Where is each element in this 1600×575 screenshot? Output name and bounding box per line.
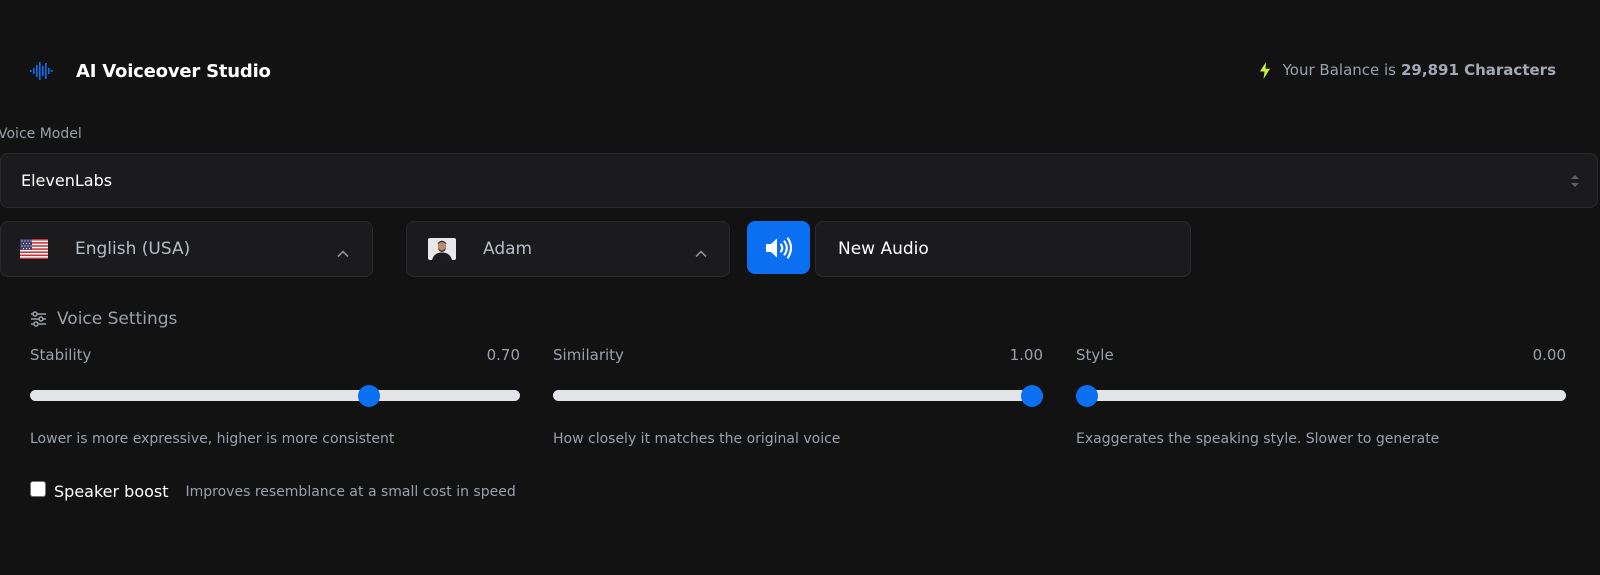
voice-settings-header: Voice Settings xyxy=(30,309,177,329)
stability-value: 0.70 xyxy=(486,346,520,364)
chevron-up-icon xyxy=(694,244,708,258)
voice-settings-title: Voice Settings xyxy=(57,309,178,329)
speaker-icon xyxy=(764,236,794,260)
voiceover-studio-page: AI Voiceover Studio Your Balance is 29,8… xyxy=(0,0,1600,575)
voice-select[interactable]: Adam xyxy=(406,221,730,277)
language-select[interactable]: English (USA) xyxy=(0,221,373,277)
avatar xyxy=(428,238,456,260)
voice-value: Adam xyxy=(483,239,533,259)
style-slider-thumb[interactable] xyxy=(1076,385,1098,407)
play-preview-button[interactable] xyxy=(747,221,810,274)
similarity-label: Similarity xyxy=(553,346,624,364)
select-arrows-icon xyxy=(1570,173,1580,189)
voice-model-label: Voice Model xyxy=(0,126,82,142)
bolt-icon xyxy=(1259,61,1273,79)
voice-model-value: ElevenLabs xyxy=(21,171,113,190)
balance-prefix: Your Balance is xyxy=(1282,61,1396,79)
app-title: AI Voiceover Studio xyxy=(76,60,271,82)
speaker-boost-hint: Improves resemblance at a small cost in … xyxy=(185,483,516,500)
sliders-icon xyxy=(30,311,47,327)
style-hint: Exaggerates the speaking style. Slower t… xyxy=(1076,431,1440,447)
app-header: AI Voiceover Studio xyxy=(30,56,271,86)
voice-model-select[interactable]: ElevenLabs xyxy=(0,153,1598,208)
style-label: Style xyxy=(1076,346,1114,364)
speaker-boost-row: Speaker boost Improves resemblance at a … xyxy=(30,480,516,501)
style-value: 0.00 xyxy=(1532,346,1566,364)
similarity-value: 1.00 xyxy=(1009,346,1043,364)
us-flag-icon xyxy=(20,239,48,259)
language-value: English (USA) xyxy=(75,239,191,259)
stability-hint: Lower is more expressive, higher is more… xyxy=(30,431,395,447)
waveform-icon xyxy=(30,59,54,83)
stability-setting: Stability 0.70 Lower is more expressive,… xyxy=(30,346,520,447)
stability-slider[interactable] xyxy=(30,385,520,407)
similarity-setting: Similarity 1.00 How closely it matches t… xyxy=(553,346,1043,447)
similarity-hint: How closely it matches the original voic… xyxy=(553,431,841,447)
balance-indicator: Your Balance is 29,891 Characters xyxy=(1259,61,1556,79)
stability-slider-thumb[interactable] xyxy=(357,385,380,407)
similarity-slider[interactable] xyxy=(553,385,1043,407)
audio-title-input[interactable] xyxy=(815,221,1191,277)
chevron-up-icon xyxy=(336,244,350,258)
similarity-slider-thumb[interactable] xyxy=(1021,385,1043,407)
stability-label: Stability xyxy=(30,346,92,364)
balance-value: 29,891 Characters xyxy=(1401,61,1556,79)
speaker-boost-label[interactable]: Speaker boost xyxy=(54,482,169,501)
style-setting: Style 0.00 Exaggerates the speaking styl… xyxy=(1076,346,1566,447)
style-slider[interactable] xyxy=(1076,385,1566,407)
speaker-boost-checkbox[interactable] xyxy=(30,480,46,497)
